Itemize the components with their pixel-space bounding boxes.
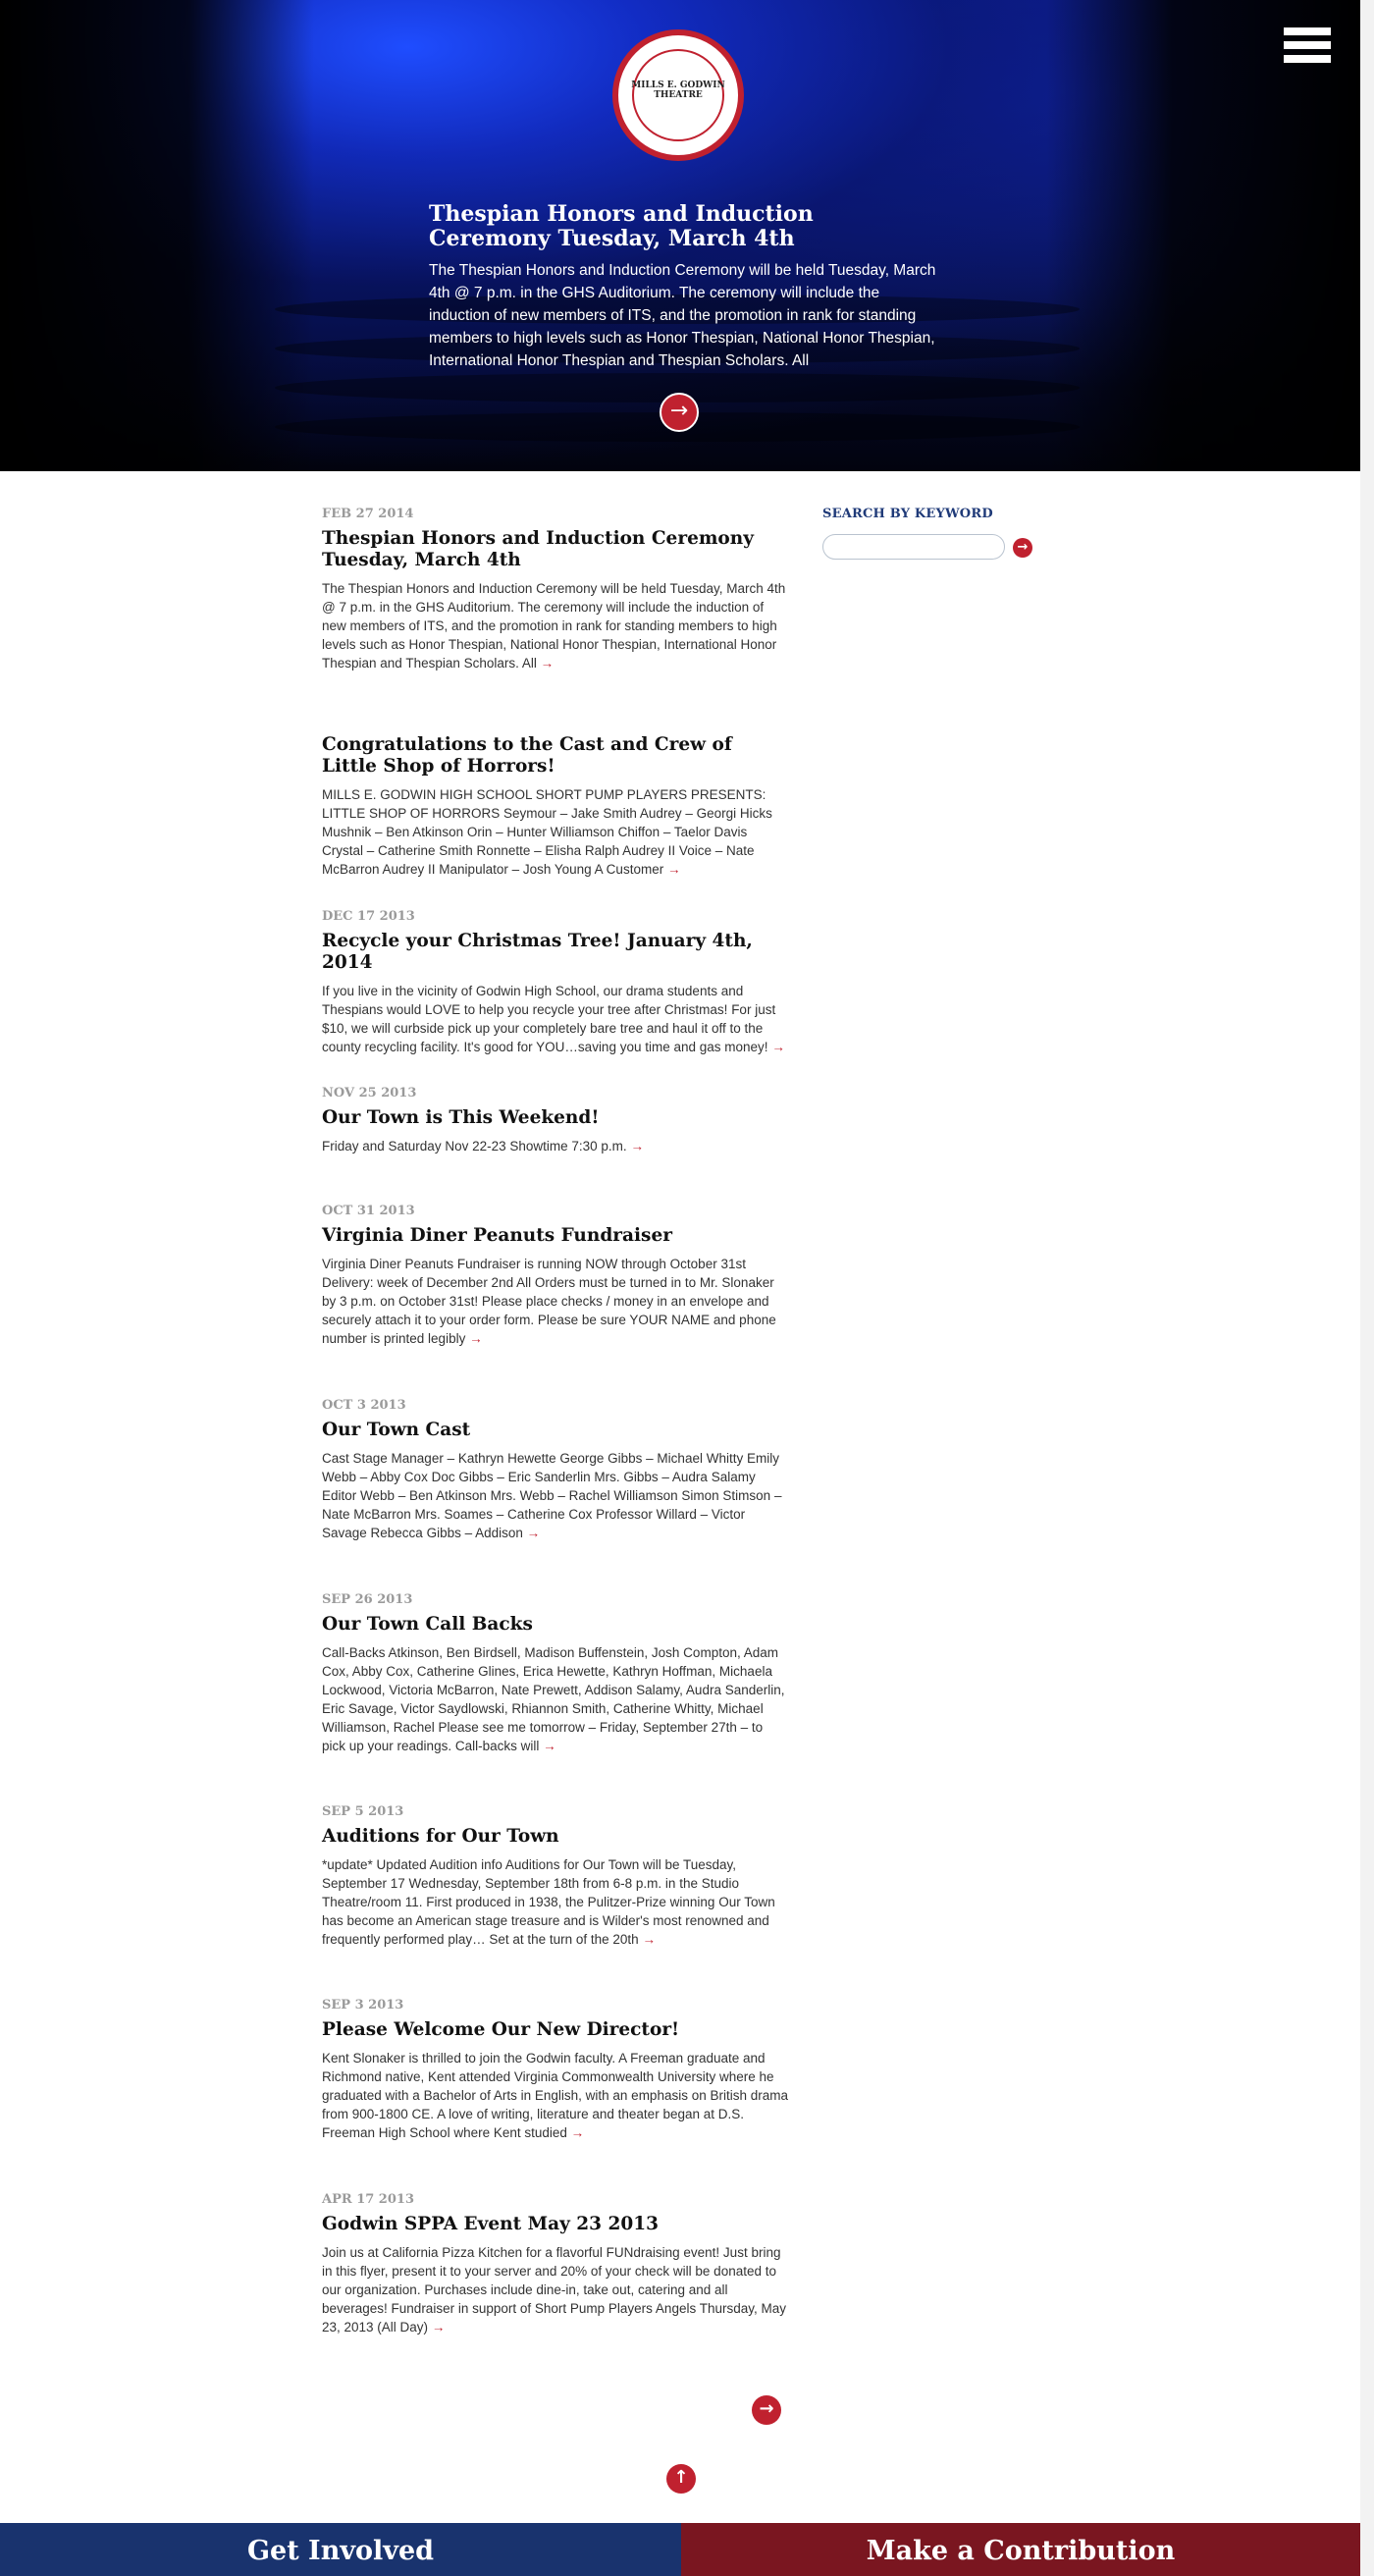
theatre-logo[interactable]: MILLS E. GODWIN THEATRE [612, 29, 744, 161]
post-list: FEB 27 2014 Thespian Honors and Inductio… [322, 507, 789, 2369]
read-more-arrow-icon[interactable]: → [630, 1139, 644, 1154]
make-contribution-button[interactable]: Make a Contribution [681, 2523, 1360, 2576]
post-excerpt: If you live in the vicinity of Godwin Hi… [322, 984, 776, 1054]
post-title[interactable]: Our Town Cast [322, 1420, 789, 1441]
post-item: FEB 27 2014 Thespian Honors and Inductio… [322, 507, 789, 713]
post-excerpt: MILLS E. GODWIN HIGH SCHOOL SHORT PUMP P… [322, 787, 772, 877]
post-item: DEC 17 2013 Recycle your Christmas Tree!… [322, 909, 789, 1086]
post-title[interactable]: Our Town Call Backs [322, 1614, 789, 1636]
search-submit-arrow-icon[interactable]: → [1013, 538, 1032, 558]
post-item: OCT 31 2013 Virginia Diner Peanuts Fundr… [322, 1204, 789, 1398]
post-date: FEB 27 2014 [322, 507, 414, 521]
read-more-arrow-icon[interactable]: → [543, 1739, 556, 1753]
post-excerpt: *update* Updated Audition info Auditions… [322, 1857, 775, 1947]
search-label: SEARCH BY KEYWORD [822, 507, 993, 521]
post-excerpt: Call-Backs Atkinson, Ben Birdsell, Madis… [322, 1645, 785, 1753]
post-title[interactable]: Please Welcome Our New Director! [322, 2019, 789, 2041]
post-excerpt: Kent Slonaker is thrilled to join the Go… [322, 2051, 788, 2140]
post-title[interactable]: Auditions for Our Town [322, 1826, 789, 1848]
post-date: SEP 3 2013 [322, 1998, 404, 2012]
post-date: SEP 5 2013 [322, 1804, 404, 1819]
post-title[interactable]: Thespian Honors and Induction Ceremony T… [322, 528, 789, 571]
post-item: NOV 25 2013 Our Town is This Weekend! Fr… [322, 1086, 789, 1204]
post-item: SEP 26 2013 Our Town Call Backs Call-Bac… [322, 1592, 789, 1804]
post-excerpt: Friday and Saturday Nov 22-23 Showtime 7… [322, 1139, 627, 1154]
post-title[interactable]: Our Town is This Weekend! [322, 1107, 789, 1129]
read-more-arrow-icon[interactable]: → [527, 1526, 541, 1540]
post-item: Congratulations to the Cast and Crew of … [322, 713, 789, 909]
post-item: SEP 5 2013 Auditions for Our Town *updat… [322, 1804, 789, 1998]
hero-excerpt: The Thespian Honors and Induction Ceremo… [429, 262, 936, 369]
post-title[interactable]: Virginia Diner Peanuts Fundraiser [322, 1225, 789, 1247]
post-date: OCT 3 2013 [322, 1398, 406, 1413]
read-more-arrow-icon[interactable]: → [667, 862, 681, 877]
post-title[interactable]: Godwin SPPA Event May 23 2013 [322, 2214, 789, 2235]
logo-text: MILLS E. GODWIN THEATRE [631, 80, 725, 100]
read-more-arrow-icon[interactable]: → [469, 1331, 483, 1346]
post-excerpt: Join us at California Pizza Kitchen for … [322, 2245, 786, 2334]
sidebar: SEARCH BY KEYWORD → [822, 507, 1038, 560]
hamburger-menu-icon[interactable] [1284, 27, 1331, 67]
post-title[interactable]: Congratulations to the Cast and Crew of … [322, 734, 789, 778]
back-to-top-arrow-icon[interactable]: ↑ [666, 2464, 696, 2494]
post-date: DEC 17 2013 [322, 909, 415, 924]
post-date [322, 713, 789, 732]
post-excerpt: Cast Stage Manager – Kathryn Hewette Geo… [322, 1451, 782, 1540]
hero-banner: MILLS E. GODWIN THEATRE Thespian Honors … [0, 0, 1360, 471]
read-more-arrow-icon[interactable]: → [771, 1040, 785, 1054]
post-item: SEP 3 2013 Please Welcome Our New Direct… [322, 1998, 789, 2192]
search-input[interactable] [822, 534, 1005, 560]
post-excerpt: Virginia Diner Peanuts Fundraiser is run… [322, 1257, 776, 1346]
next-page-arrow-icon[interactable]: → [752, 2395, 781, 2425]
post-item: OCT 3 2013 Our Town Cast Cast Stage Mana… [322, 1398, 789, 1592]
read-more-arrow-icon[interactable]: → [571, 2125, 585, 2140]
hero-read-more-button[interactable]: → [660, 393, 699, 432]
read-more-arrow-icon[interactable]: → [541, 656, 555, 671]
post-date: OCT 31 2013 [322, 1204, 415, 1218]
post-date: APR 17 2013 [322, 2192, 414, 2207]
post-date: NOV 25 2013 [322, 1086, 417, 1100]
post-date: SEP 26 2013 [322, 1592, 413, 1607]
hero-title[interactable]: Thespian Honors and Induction Ceremony T… [429, 202, 939, 251]
scrollbar-track[interactable] [1360, 0, 1374, 2576]
post-item: APR 17 2013 Godwin SPPA Event May 23 201… [322, 2192, 789, 2369]
read-more-arrow-icon[interactable]: → [432, 2320, 446, 2334]
get-involved-button[interactable]: Get Involved [0, 2523, 681, 2576]
post-title[interactable]: Recycle your Christmas Tree! January 4th… [322, 931, 789, 974]
read-more-arrow-icon[interactable]: → [642, 1932, 656, 1947]
